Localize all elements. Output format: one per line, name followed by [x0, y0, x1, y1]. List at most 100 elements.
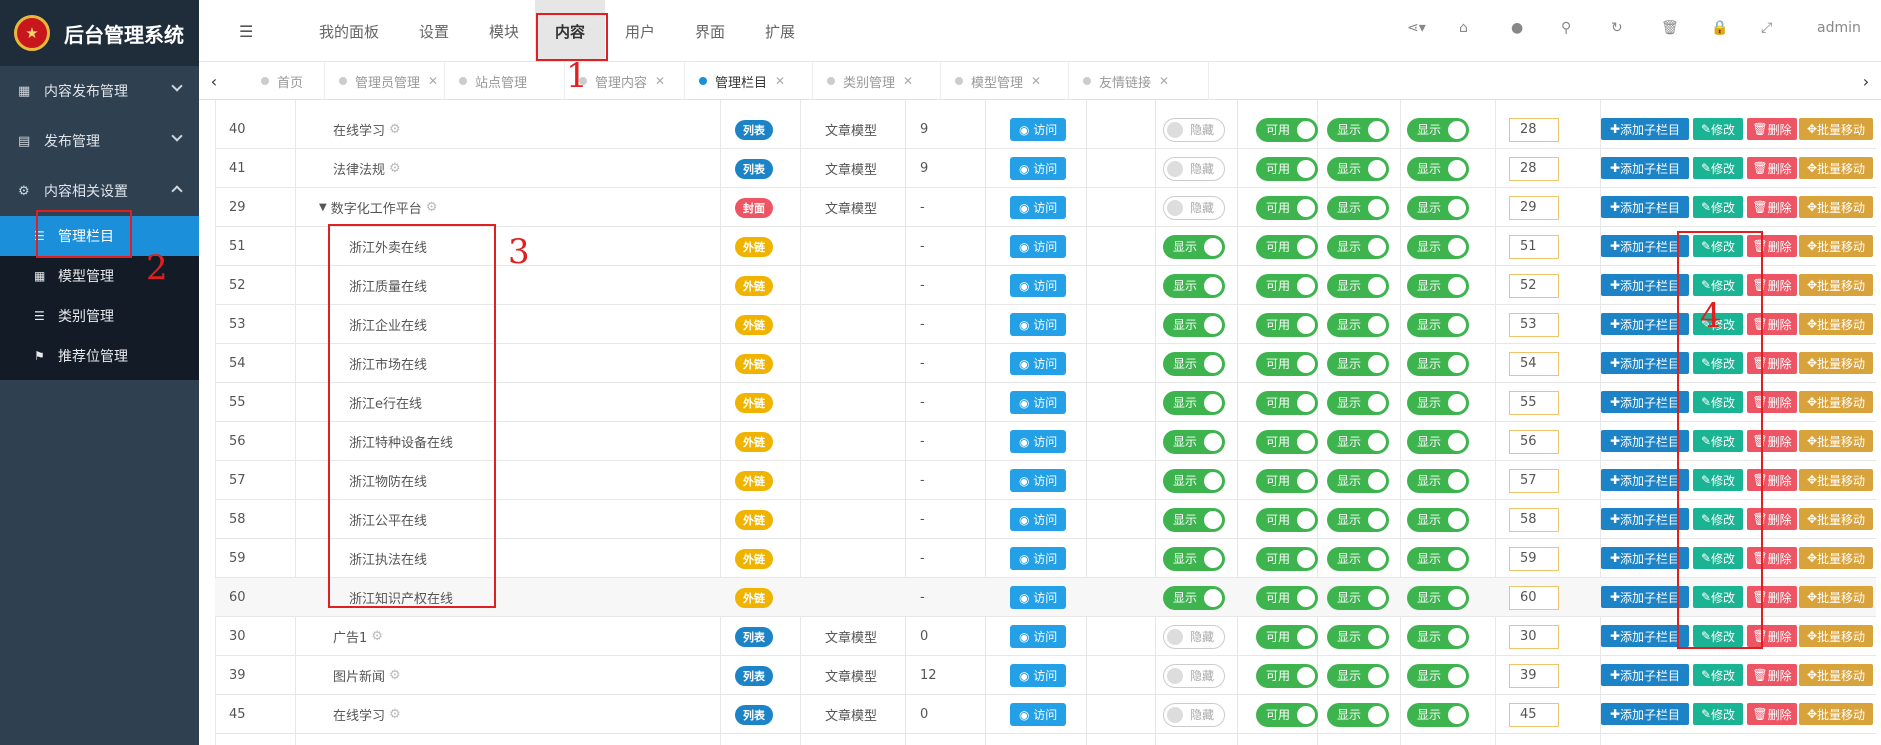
usable-toggle[interactable]: 可用 [1256, 663, 1318, 688]
nav-visibility-toggle[interactable]: 显示 [1163, 351, 1225, 376]
sort-order-input[interactable]: 60 [1509, 585, 1559, 610]
sort-order-input[interactable]: 28 [1509, 117, 1559, 142]
tabs-scroll-right-icon[interactable]: › [1851, 62, 1881, 100]
show-toggle[interactable]: 显示 [1327, 585, 1389, 610]
topnav-modules[interactable]: 模块 [469, 0, 539, 62]
admin-user-menu[interactable]: admin [1817, 20, 1861, 36]
batch-move-button[interactable]: ✥ 批量移动 [1799, 586, 1873, 608]
batch-move-button[interactable]: ✥ 批量移动 [1799, 313, 1873, 335]
tab-admin-management[interactable]: 管理员管理 ✕ [325, 62, 445, 100]
usable-toggle[interactable]: 可用 [1256, 273, 1318, 298]
edit-button[interactable]: ✎ 修改 [1693, 157, 1743, 179]
tab-model-management[interactable]: 模型管理 ✕ [941, 62, 1069, 100]
show-toggle[interactable]: 显示 [1327, 273, 1389, 298]
add-child-column-button[interactable]: ✚ 添加子栏目 [1601, 235, 1689, 257]
delete-button[interactable]: 🗑 删除 [1747, 157, 1797, 179]
batch-move-button[interactable]: ✥ 批量移动 [1799, 703, 1873, 725]
sort-order-input[interactable]: 28 [1509, 156, 1559, 181]
sort-order-input[interactable]: 45 [1509, 702, 1559, 727]
usable-toggle[interactable]: 可用 [1256, 507, 1318, 532]
nav-visibility-toggle[interactable]: 显示 [1163, 234, 1225, 259]
topnav-dashboard[interactable]: 我的面板 [299, 0, 399, 62]
nav-visibility-toggle[interactable]: 显示 [1163, 468, 1225, 493]
batch-move-button[interactable]: ✥ 批量移动 [1799, 391, 1873, 413]
usable-toggle[interactable]: 可用 [1256, 117, 1318, 142]
visit-button[interactable]: ◉ 访问 [1010, 664, 1067, 687]
show-toggle[interactable]: 显示 [1407, 234, 1469, 259]
show-toggle[interactable]: 显示 [1327, 234, 1389, 259]
show-toggle[interactable]: 显示 [1407, 429, 1469, 454]
nav-visibility-toggle[interactable]: 显示 [1163, 585, 1225, 610]
add-child-column-button[interactable]: ✚ 添加子栏目 [1601, 196, 1689, 218]
topnav-interface[interactable]: 界面 [675, 0, 745, 62]
nav-visibility-toggle[interactable]: 显示 [1163, 390, 1225, 415]
usable-toggle[interactable]: 可用 [1256, 234, 1318, 259]
show-toggle[interactable]: 显示 [1327, 702, 1389, 727]
visit-button[interactable]: ◉ 访问 [1010, 391, 1067, 414]
batch-move-button[interactable]: ✥ 批量移动 [1799, 274, 1873, 296]
edit-button[interactable]: ✎ 修改 [1693, 118, 1743, 140]
delete-button[interactable]: 🗑 删除 [1747, 118, 1797, 140]
share-icon[interactable]: ⋖▾ [1407, 20, 1426, 36]
show-toggle[interactable]: 显示 [1327, 195, 1389, 220]
fullscreen-icon[interactable]: ⤢ [1761, 20, 1772, 36]
caret-down-icon[interactable]: ▼ [319, 202, 327, 213]
show-toggle[interactable]: 显示 [1327, 624, 1389, 649]
show-toggle[interactable]: 显示 [1407, 507, 1469, 532]
sort-order-input[interactable]: 29 [1509, 195, 1559, 220]
visit-button[interactable]: ◉ 访问 [1010, 157, 1067, 180]
show-toggle[interactable]: 显示 [1327, 468, 1389, 493]
tab-category-management[interactable]: 类别管理 ✕ [813, 62, 941, 100]
sort-order-input[interactable]: 52 [1509, 273, 1559, 298]
usable-toggle[interactable]: 可用 [1256, 468, 1318, 493]
sidebar-item-category-management[interactable]: ☰ 类别管理 [0, 296, 199, 336]
topnav-settings[interactable]: 设置 [399, 0, 469, 62]
show-toggle[interactable]: 显示 [1407, 117, 1469, 142]
delete-button[interactable]: 🗑 删除 [1747, 703, 1797, 725]
nav-visibility-toggle[interactable]: 隐藏 [1163, 117, 1225, 142]
refresh-icon[interactable]: ↻ [1611, 20, 1623, 36]
tabs-scroll-left-icon[interactable]: ‹ [199, 62, 229, 100]
sort-order-input[interactable]: 30 [1509, 624, 1559, 649]
tab-site-management[interactable]: 站点管理 [445, 62, 565, 100]
trash-icon[interactable]: 🗑 [1661, 20, 1679, 36]
sort-order-input[interactable]: 54 [1509, 351, 1559, 376]
show-toggle[interactable]: 显示 [1407, 585, 1469, 610]
show-toggle[interactable]: 显示 [1407, 468, 1469, 493]
show-toggle[interactable]: 显示 [1407, 390, 1469, 415]
topnav-extensions[interactable]: 扩展 [745, 0, 815, 62]
usable-toggle[interactable]: 可用 [1256, 429, 1318, 454]
visit-button[interactable]: ◉ 访问 [1010, 508, 1067, 531]
tab-manage-columns[interactable]: 管理栏目 ✕ [685, 62, 813, 100]
nav-visibility-toggle[interactable]: 显示 [1163, 507, 1225, 532]
close-icon[interactable]: ✕ [903, 74, 913, 88]
visit-button[interactable]: ◉ 访问 [1010, 703, 1067, 726]
sidebar-item-model-management[interactable]: ▦ 模型管理 [0, 256, 199, 296]
tab-friend-links[interactable]: 友情链接 ✕ [1069, 62, 1209, 100]
edit-button[interactable]: ✎ 修改 [1693, 703, 1743, 725]
gear-icon[interactable]: ⚙ [426, 200, 438, 215]
nav-visibility-toggle[interactable]: 显示 [1163, 546, 1225, 571]
show-toggle[interactable]: 显示 [1407, 273, 1469, 298]
show-toggle[interactable]: 显示 [1407, 351, 1469, 376]
visit-button[interactable]: ◉ 访问 [1010, 625, 1067, 648]
close-icon[interactable]: ✕ [655, 74, 665, 88]
sort-order-input[interactable]: 58 [1509, 507, 1559, 532]
batch-move-button[interactable]: ✥ 批量移动 [1799, 118, 1873, 140]
sidebar-group-content-publish[interactable]: ▦ 内容发布管理 [0, 66, 199, 116]
visit-button[interactable]: ◉ 访问 [1010, 118, 1067, 141]
visit-button[interactable]: ◉ 访问 [1010, 430, 1067, 453]
close-icon[interactable]: ✕ [775, 74, 785, 88]
add-child-column-button[interactable]: ✚ 添加子栏目 [1601, 703, 1689, 725]
nav-visibility-toggle[interactable]: 隐藏 [1163, 624, 1225, 649]
topnav-users[interactable]: 用户 [605, 0, 675, 62]
usable-toggle[interactable]: 可用 [1256, 546, 1318, 571]
visit-button[interactable]: ◉ 访问 [1010, 235, 1067, 258]
show-toggle[interactable]: 显示 [1327, 663, 1389, 688]
show-toggle[interactable]: 显示 [1327, 429, 1389, 454]
add-child-column-button[interactable]: ✚ 添加子栏目 [1601, 547, 1689, 569]
visit-button[interactable]: ◉ 访问 [1010, 274, 1067, 297]
sidebar-group-publish[interactable]: ▤ 发布管理 [0, 116, 199, 166]
show-toggle[interactable]: 显示 [1327, 312, 1389, 337]
nav-visibility-toggle[interactable]: 显示 [1163, 273, 1225, 298]
